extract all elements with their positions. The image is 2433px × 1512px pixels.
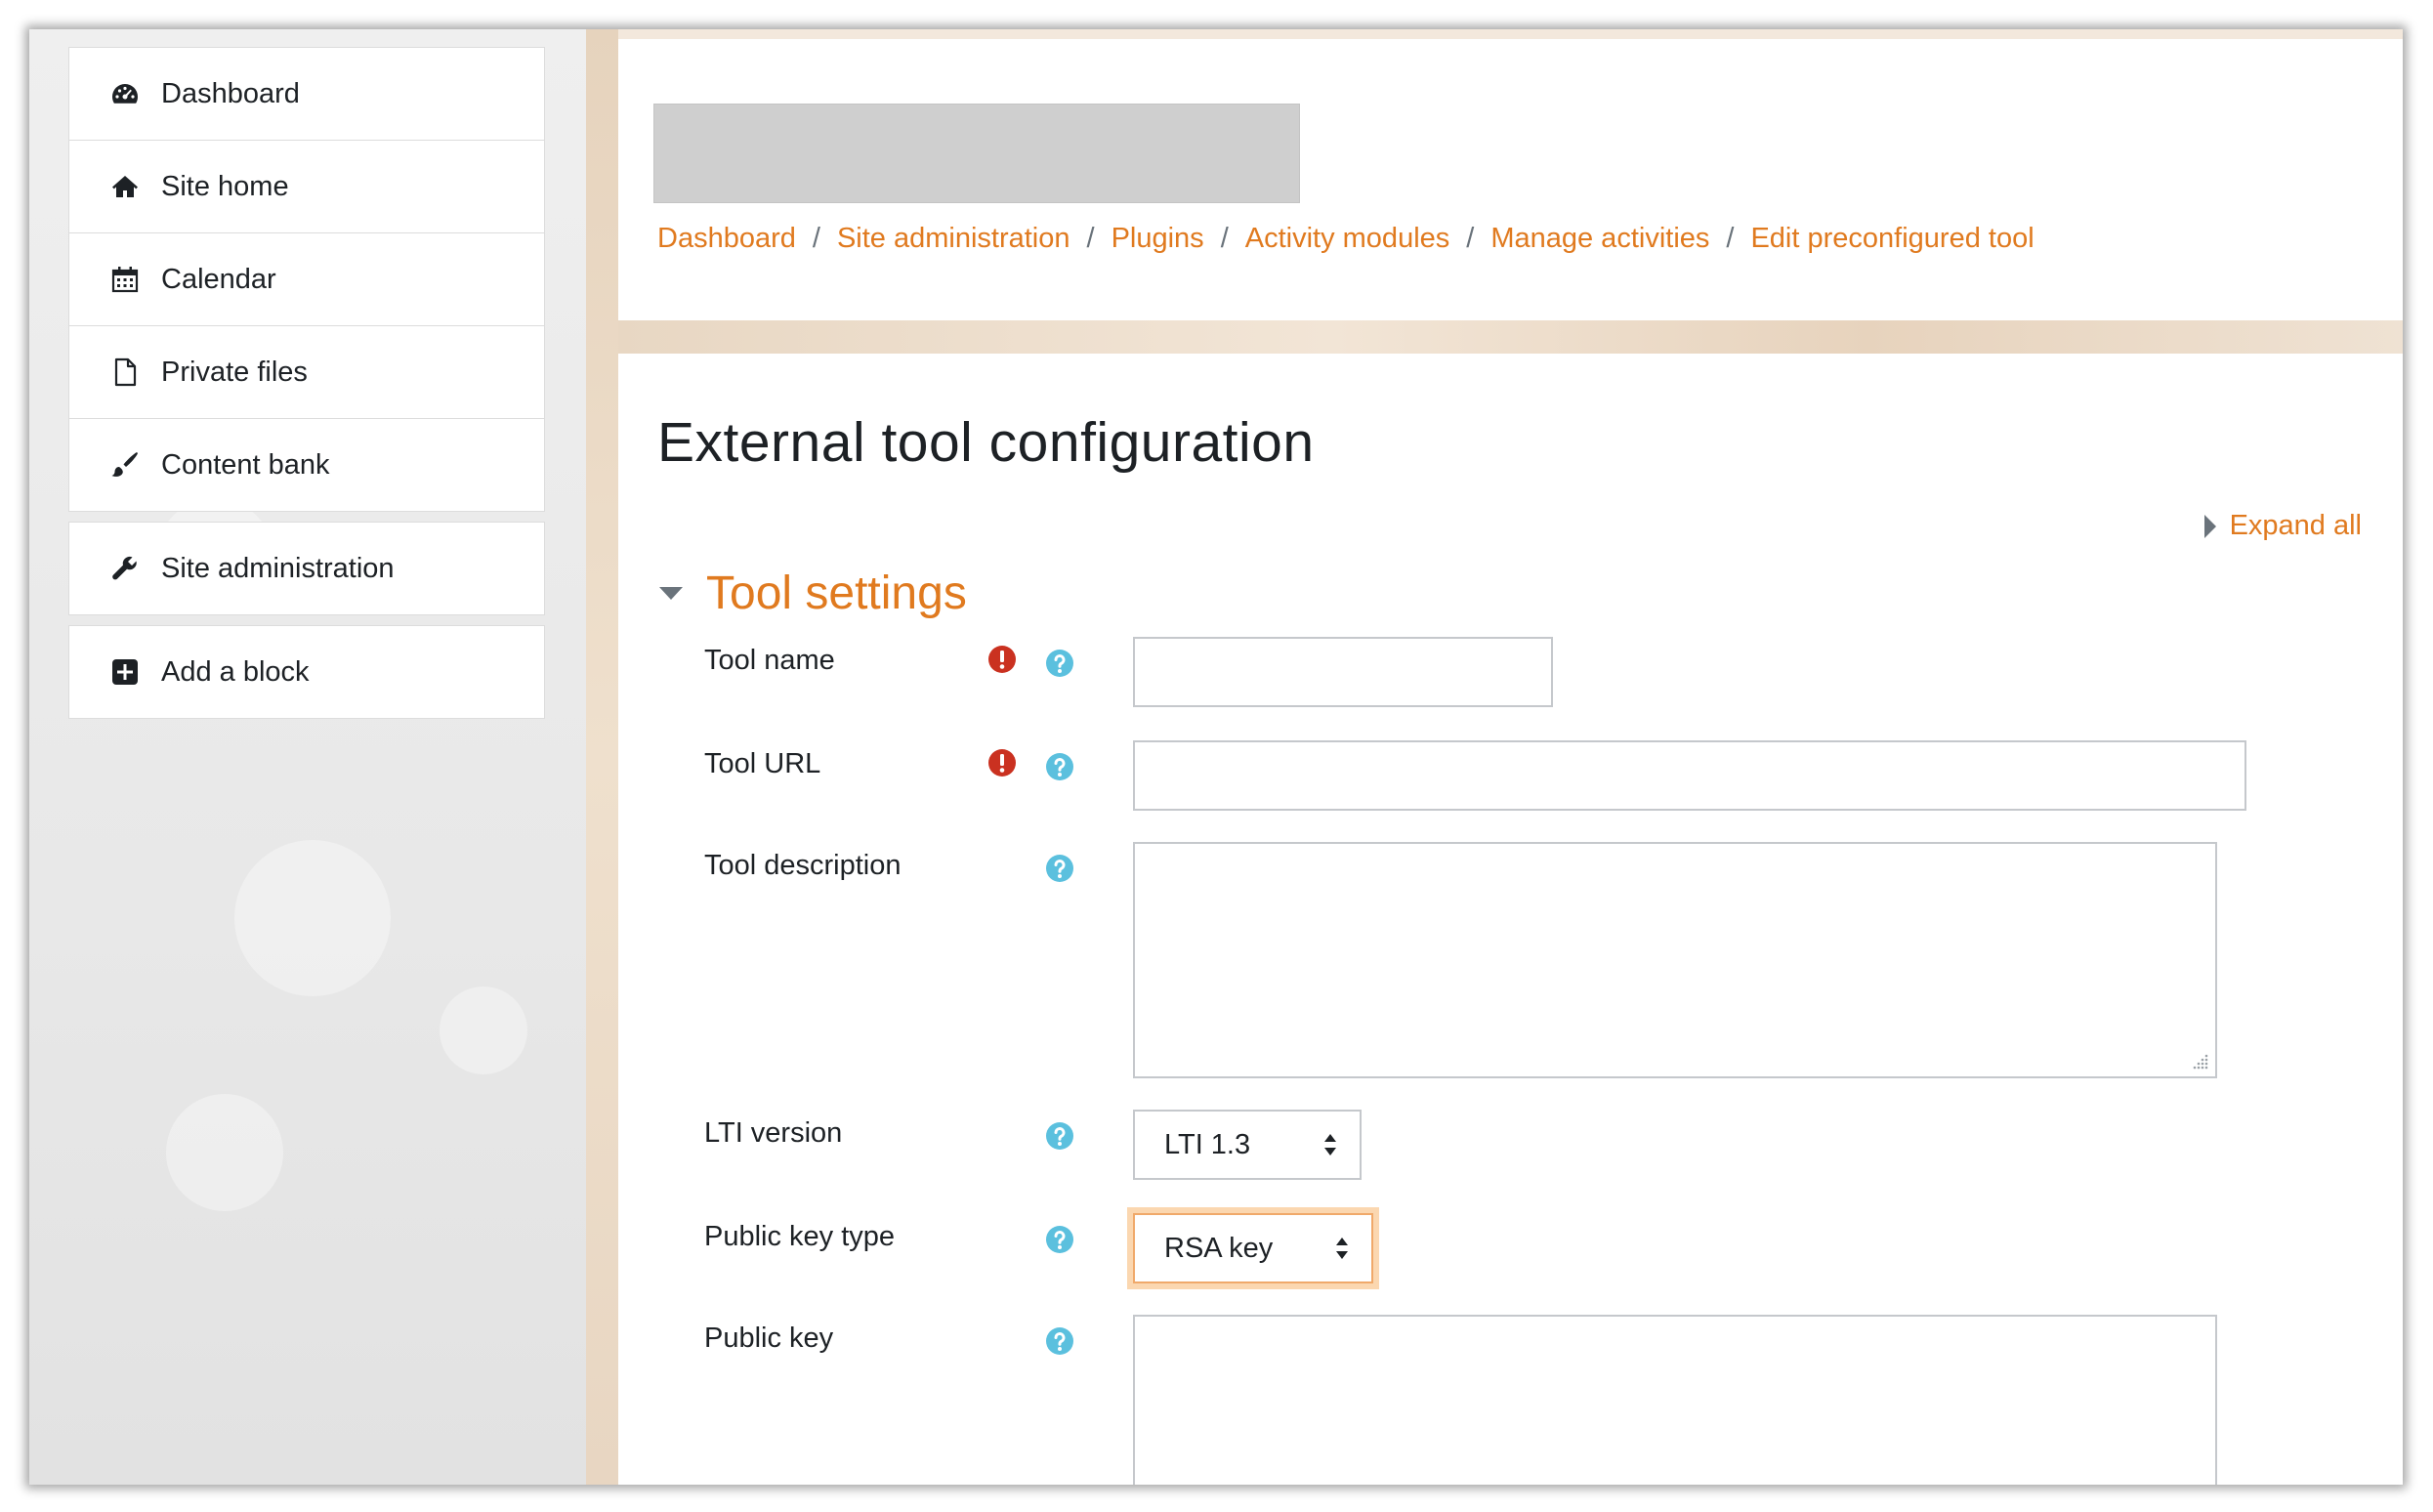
public-key-type-select[interactable]: RSA key xyxy=(1133,1213,1373,1283)
sidebar-item-label: Site administration xyxy=(161,552,395,584)
public-key-type-value: RSA key xyxy=(1164,1232,1274,1264)
breadcrumb-separator: / xyxy=(812,223,820,254)
sidebar-item-calendar[interactable]: Calendar xyxy=(69,232,544,325)
sidebar-item-site-administration[interactable]: Site administration xyxy=(69,523,544,614)
breadcrumb-dashboard[interactable]: Dashboard xyxy=(657,223,796,255)
breadcrumb: Dashboard / Site administration / Plugin… xyxy=(657,223,2034,255)
help-icon[interactable] xyxy=(1045,752,1074,781)
breadcrumb-separator: / xyxy=(1220,223,1229,254)
tool-url-input[interactable] xyxy=(1133,740,2246,811)
help-icon[interactable] xyxy=(1045,854,1074,883)
caret-right-icon xyxy=(2203,514,2216,538)
breadcrumb-edit-preconfigured-tool[interactable]: Edit preconfigured tool xyxy=(1750,223,2034,255)
select-arrows-icon xyxy=(1324,1134,1336,1155)
select-arrows-icon xyxy=(1336,1238,1348,1259)
plus-square-icon xyxy=(108,655,142,689)
sidebar-item-content-bank[interactable]: Content bank xyxy=(69,418,544,511)
sidebar: Dashboard Site home Calendar Private fil… xyxy=(68,47,545,729)
tool-name-label: Tool name xyxy=(704,645,835,676)
public-key-textarea[interactable] xyxy=(1133,1315,2217,1485)
add-a-block-button[interactable]: Add a block xyxy=(69,626,544,718)
sidebar-item-label: Content bank xyxy=(161,448,330,481)
lti-version-value: LTI 1.3 xyxy=(1164,1128,1251,1160)
paintbrush-icon xyxy=(108,448,142,482)
wrench-icon xyxy=(108,552,142,585)
dashboard-icon xyxy=(108,77,142,110)
main-content: External tool configuration Expand all T… xyxy=(618,354,2403,1485)
help-icon[interactable] xyxy=(1045,1326,1074,1356)
breadcrumb-activity-modules[interactable]: Activity modules xyxy=(1245,223,1450,255)
required-icon xyxy=(987,748,1017,777)
background-strip xyxy=(586,29,618,1485)
app-window: Dashboard Site home Calendar Private fil… xyxy=(29,29,2403,1485)
sidebar-item-label: Calendar xyxy=(161,263,276,295)
breadcrumb-separator: / xyxy=(1726,223,1735,254)
tool-description-label: Tool description xyxy=(704,850,902,881)
tool-description-textarea[interactable] xyxy=(1133,842,2217,1078)
public-key-type-label: Public key type xyxy=(704,1221,896,1252)
required-icon xyxy=(987,645,1017,674)
tool-url-label: Tool URL xyxy=(704,748,821,779)
site-logo-placeholder xyxy=(653,104,1300,203)
tool-settings-header[interactable]: Tool settings xyxy=(659,567,967,620)
tool-name-input[interactable] xyxy=(1133,637,1553,707)
calendar-icon xyxy=(108,263,142,296)
sidebar-item-label: Private files xyxy=(161,356,308,388)
sidebar-item-label: Dashboard xyxy=(161,77,300,109)
admin-block: Site administration xyxy=(68,522,545,615)
breadcrumb-separator: / xyxy=(1086,223,1095,254)
lti-version-label: LTI version xyxy=(704,1117,843,1149)
help-icon[interactable] xyxy=(1045,1225,1074,1254)
lti-version-select[interactable]: LTI 1.3 xyxy=(1133,1110,1362,1180)
expand-all-link[interactable]: Expand all xyxy=(2203,510,2362,542)
public-key-label: Public key xyxy=(704,1323,834,1354)
resize-grip-icon[interactable] xyxy=(2192,1053,2209,1071)
add-a-block-label: Add a block xyxy=(161,655,310,688)
page-header: Dashboard / Site administration / Plugin… xyxy=(618,39,2403,320)
caret-down-icon xyxy=(659,587,683,600)
breadcrumb-manage-activities[interactable]: Manage activities xyxy=(1490,223,1709,255)
file-icon xyxy=(108,356,142,389)
breadcrumb-site-administration[interactable]: Site administration xyxy=(837,223,1070,255)
sidebar-item-dashboard[interactable]: Dashboard xyxy=(69,48,544,140)
expand-all-label: Expand all xyxy=(2229,510,2362,541)
sidebar-item-label: Site home xyxy=(161,170,289,202)
section-title: Tool settings xyxy=(706,567,967,619)
help-icon[interactable] xyxy=(1045,1121,1074,1151)
navigation-block: Dashboard Site home Calendar Private fil… xyxy=(68,47,545,512)
breadcrumb-separator: / xyxy=(1466,223,1475,254)
sidebar-item-site-home[interactable]: Site home xyxy=(69,140,544,232)
decorative-band xyxy=(618,320,2403,354)
help-icon[interactable] xyxy=(1045,649,1074,678)
breadcrumb-plugins[interactable]: Plugins xyxy=(1112,223,1204,255)
add-block-panel: Add a block xyxy=(68,625,545,719)
home-icon xyxy=(108,170,142,203)
sidebar-item-private-files[interactable]: Private files xyxy=(69,325,544,418)
page-title: External tool configuration xyxy=(657,411,1315,474)
